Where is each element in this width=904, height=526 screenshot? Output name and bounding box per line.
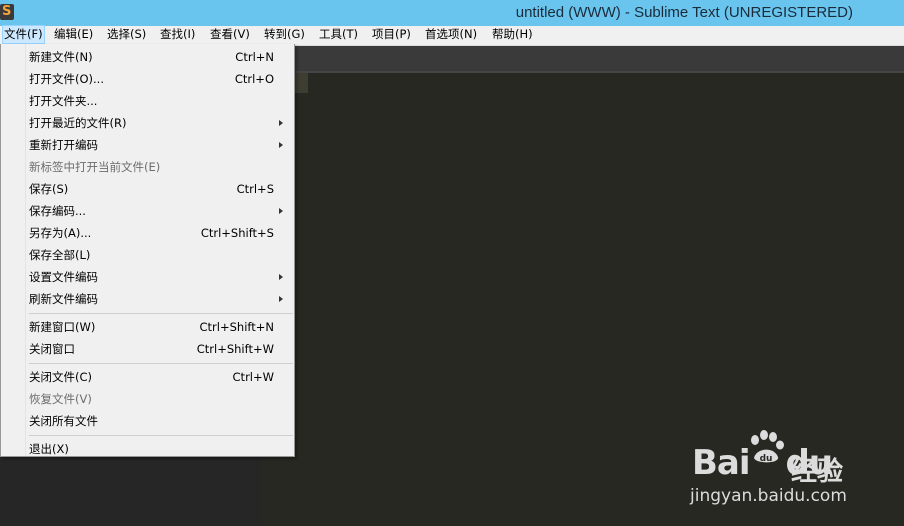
menu-item[interactable]: 刷新文件编码 [29,289,291,309]
menu-separator [29,363,293,364]
menu-item[interactable]: 退出(X) [29,439,291,459]
watermark-url: jingyan.baidu.com [690,486,847,506]
menu-separator [29,313,293,314]
line-highlight [295,73,308,93]
menubar-item-3[interactable]: 查找(I) [159,26,196,43]
menu-item-label: 恢复文件(V) [29,392,92,406]
sublime-text-icon[interactable]: S [0,4,14,20]
menu-item-label: 打开最近的文件(R) [29,116,127,130]
menubar-item-6[interactable]: 工具(T) [318,26,359,43]
menu-item: 恢复文件(V) [29,389,291,409]
menubar-item-9[interactable]: 帮助(H) [491,26,534,43]
watermark-jingyan: 经验 [791,457,844,487]
menu-item-label: 关闭窗口 [29,342,75,356]
chevron-right-icon [279,274,283,280]
menu-item-label: 关闭所有文件 [29,414,98,428]
menubar-item-2[interactable]: 选择(S) [106,26,147,43]
menu-item-label: 新标签中打开当前文件(E) [29,160,161,174]
menubar-item-4[interactable]: 查看(V) [209,26,251,43]
file-menu-dropdown: 新建文件(N) Ctrl+N 打开文件(O)... Ctrl+O 打开文件夹... 打开最… [0,44,295,457]
menu-item[interactable]: 关闭窗口 Ctrl+Shift+W [29,339,291,359]
menubar-item-8[interactable]: 首选项(N) [424,26,478,43]
menu-item[interactable]: 保存编码... [29,201,291,221]
window-title: untitled (WWW) - Sublime Text (UNREGISTE… [515,4,853,21]
menu-item-shortcut: Ctrl+S [236,182,274,196]
menu-item-shortcut: Ctrl+O [234,72,274,86]
menu-item-label: 新建窗口(W) [29,320,96,334]
chevron-right-icon [279,142,283,148]
menu-item-shortcut: Ctrl+Shift+N [199,320,274,334]
menu-item[interactable]: 保存全部(L) [29,245,291,265]
menubar-item-0[interactable]: 文件(F) [2,25,45,44]
menu-item-label: 另存为(A)... [29,226,92,240]
menu-item-label: 保存编码... [29,204,86,218]
menu-item-shortcut: Ctrl+Shift+S [200,226,274,240]
menu-separator [29,435,293,436]
menubar-item-1[interactable]: 编辑(E) [53,26,94,43]
menu-bar: 文件(F) 编辑(E) 选择(S) 查找(I) 查看(V) 转到(G) 工具(T) 项目(P)… [0,25,904,46]
menu-item[interactable]: 打开文件夹... [29,91,291,111]
chevron-right-icon [279,296,283,302]
menu-item-shortcut: Ctrl+W [232,370,274,384]
chevron-right-icon [279,208,283,214]
menu-item-label: 打开文件(O)... [29,72,104,86]
menu-item-label: 保存全部(L) [29,248,91,262]
menu-item-label: 设置文件编码 [29,270,98,284]
menu-item-shortcut: Ctrl+Shift+W [196,342,274,356]
menu-item-label: 打开文件夹... [29,94,98,108]
menu-item[interactable]: 设置文件编码 [29,267,291,287]
menu-icon-column [25,44,26,456]
menu-item-label: 重新打开编码 [29,138,98,152]
menu-item-shortcut: Ctrl+N [235,50,274,64]
menu-item[interactable]: 打开文件(O)... Ctrl+O [29,69,291,89]
baidu-watermark: du Bai du 经验 jingyan.baidu.com [688,428,904,526]
menu-item[interactable]: 重新打开编码 [29,135,291,155]
menu-item: 新标签中打开当前文件(E) [29,157,291,177]
chevron-right-icon [279,120,283,126]
title-bar: S untitled (WWW) - Sublime Text (UNREGIS… [0,0,904,26]
menubar-item-7[interactable]: 项目(P) [371,26,412,43]
menu-item[interactable]: 关闭文件(C) Ctrl+W [29,367,291,387]
menu-item[interactable]: 打开最近的文件(R) [29,113,291,133]
menu-item-label: 新建文件(N) [29,50,93,64]
menu-item[interactable]: 另存为(A)... Ctrl+Shift+S [29,223,291,243]
menu-item-label: 关闭文件(C) [29,370,93,384]
menu-item[interactable]: 保存(S) Ctrl+S [29,179,291,199]
tab-bar[interactable] [262,46,904,71]
menu-item[interactable]: 关闭所有文件 [29,411,291,431]
menu-item-label: 刷新文件编码 [29,292,98,306]
menu-item-label: 保存(S) [29,182,69,196]
menu-item[interactable]: 新建窗口(W) Ctrl+Shift+N [29,317,291,337]
menu-item[interactable]: 新建文件(N) Ctrl+N [29,47,291,67]
menubar-item-5[interactable]: 转到(G) [263,26,306,43]
menu-item-label: 退出(X) [29,442,69,456]
